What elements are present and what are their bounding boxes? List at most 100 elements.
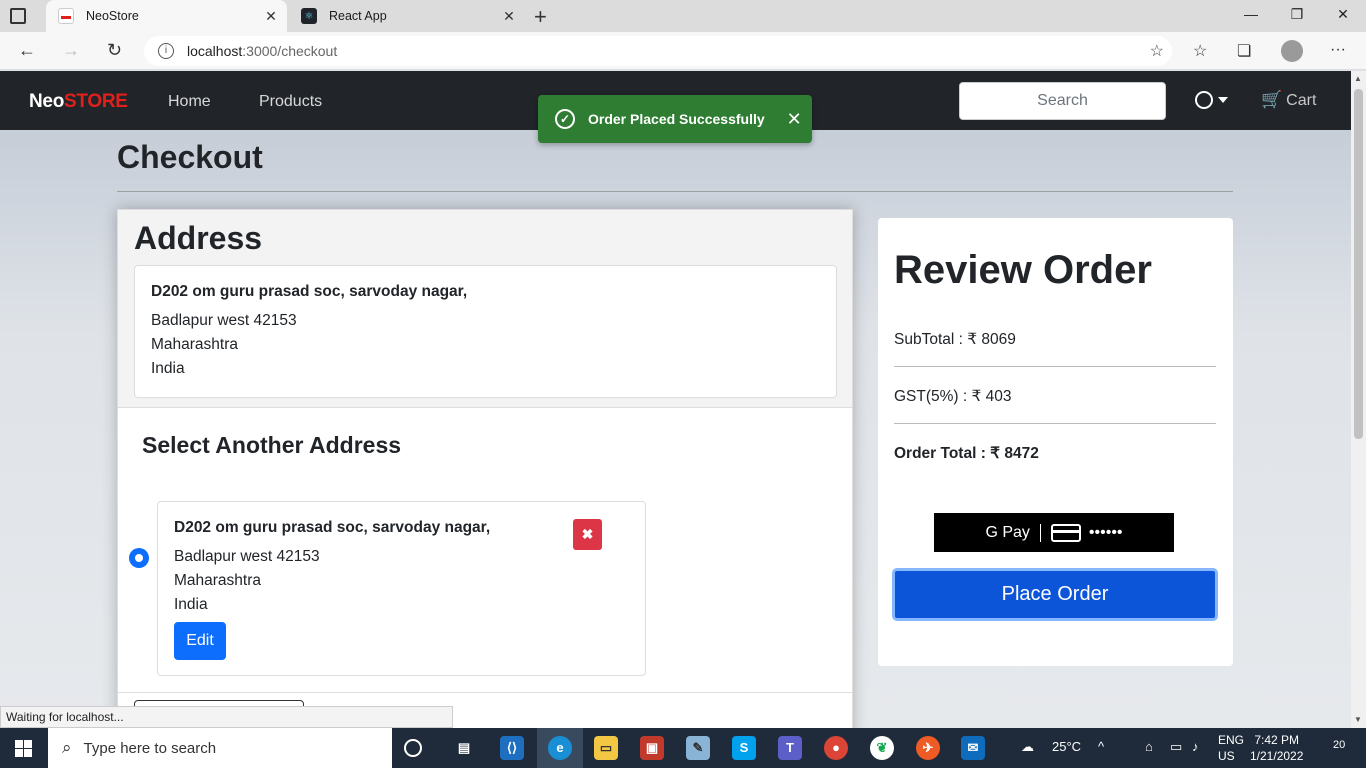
minimize-icon[interactable]: — xyxy=(1228,6,1274,22)
skype-icon[interactable]: S xyxy=(732,736,756,760)
edit-address-button[interactable]: Edit xyxy=(174,622,226,660)
subtotal: SubTotal : ₹ 8069 xyxy=(894,331,1016,348)
cart-icon: 🛒 xyxy=(1261,90,1283,109)
outlook-icon[interactable]: ✉ xyxy=(961,736,985,760)
cart-link[interactable]: 🛒 Cart xyxy=(1261,90,1316,110)
volume-icon[interactable]: ♪ xyxy=(1192,739,1199,754)
tab-neostore[interactable]: ▬ NeoStore ✕ xyxy=(46,0,287,32)
language-indicator[interactable]: ENG US xyxy=(1218,732,1244,764)
site-info-icon[interactable]: i xyxy=(158,43,174,59)
order-total: Order Total : ₹ 8472 xyxy=(894,445,1039,462)
notepad-icon[interactable]: ✎ xyxy=(686,736,710,760)
divider xyxy=(117,191,1233,192)
nav-products[interactable]: Products xyxy=(259,93,322,111)
check-circle-icon: ✓ xyxy=(555,109,575,129)
gst: GST(5%) : ₹ 403 xyxy=(894,388,1012,405)
more-icon[interactable]: ··· xyxy=(1330,41,1346,59)
scroll-down-icon[interactable]: ▼ xyxy=(1354,715,1362,724)
close-tab-icon[interactable]: ✕ xyxy=(261,8,281,25)
gpay-card-mask: •••••• xyxy=(1088,523,1123,541)
windows-taskbar: ⌕ Type here to search ▤ ⟨⟩ e ▭ ▣ ✎ S T ●… xyxy=(0,728,1366,768)
review-heading: Review Order xyxy=(894,248,1152,292)
user-icon[interactable] xyxy=(1195,91,1213,109)
divider xyxy=(894,366,1216,367)
tray-chevron-icon[interactable]: ^ xyxy=(1098,739,1104,754)
address-state: Maharashtra xyxy=(151,336,239,353)
url-path: :3000/checkout xyxy=(242,43,338,59)
place-order-button[interactable]: Place Order xyxy=(892,568,1218,621)
profile-avatar[interactable] xyxy=(1281,40,1303,62)
weather-temp[interactable]: 25°C xyxy=(1052,739,1081,754)
address-line1: D202 om guru prasad soc, sarvoday nagar, xyxy=(151,283,468,300)
notification-count[interactable]: 20 xyxy=(1333,739,1345,751)
weather-icon[interactable]: ☁ xyxy=(1021,739,1034,755)
scroll-up-icon[interactable]: ▲ xyxy=(1354,74,1362,83)
current-address-box: D202 om guru prasad soc, sarvoday nagar,… xyxy=(134,265,837,398)
credit-card-icon xyxy=(1050,523,1081,542)
file-explorer-icon[interactable]: ▭ xyxy=(594,736,618,760)
toast-message: Order Placed Successfully xyxy=(588,111,765,127)
tab-react-app[interactable]: ⚛ React App ✕ xyxy=(289,0,525,32)
page-viewport: NeoSTORE Home Products Search 🛒 Cart ✓ Or… xyxy=(0,71,1351,728)
windows-start-icon[interactable] xyxy=(15,740,32,757)
postman-icon[interactable]: ✈ xyxy=(916,736,940,760)
address-bar[interactable]: i localhost:3000/checkout ☆ xyxy=(144,36,1172,66)
address-radio[interactable] xyxy=(129,548,149,568)
taskbar-search[interactable]: ⌕ Type here to search xyxy=(48,728,392,768)
address-line2: Badlapur west 42153 xyxy=(174,548,320,565)
page-scrollbar[interactable]: ▲ ▼ xyxy=(1351,71,1366,728)
mongodb-icon[interactable]: ❦ xyxy=(870,736,894,760)
google-pay-button[interactable]: G Pay •••••• xyxy=(934,513,1174,552)
saved-address-item: D202 om guru prasad soc, sarvoday nagar,… xyxy=(157,501,646,676)
address-line2: Badlapur west 42153 xyxy=(151,312,297,329)
add-favorite-icon[interactable]: ☆ xyxy=(1150,41,1164,61)
forward-icon[interactable]: → xyxy=(62,40,80,61)
cortana-icon[interactable] xyxy=(404,739,422,757)
taskbar-search-placeholder: Type here to search xyxy=(83,739,217,757)
chrome-icon[interactable]: ● xyxy=(824,736,848,760)
browser-status-bar: Waiting for localhost... xyxy=(0,706,453,728)
taskbar-clock[interactable]: 7:42 PM 1/21/2022 xyxy=(1250,732,1303,764)
divider xyxy=(1039,523,1041,542)
task-view-icon[interactable]: ▤ xyxy=(452,736,476,760)
scrollbar-thumb[interactable] xyxy=(1354,89,1363,439)
teams-icon[interactable]: T xyxy=(778,736,802,760)
address-card: Address D202 om guru prasad soc, sarvoda… xyxy=(117,209,853,728)
network-icon[interactable]: ⌂ xyxy=(1145,739,1153,754)
address-country: India xyxy=(174,596,208,613)
back-icon[interactable]: ← xyxy=(18,40,36,61)
neostore-favicon: ▬ xyxy=(58,8,74,24)
new-tab-icon[interactable]: + xyxy=(534,4,547,30)
collections-icon[interactable]: ❏ xyxy=(1237,41,1251,61)
address-line1: D202 om guru prasad soc, sarvoday nagar, xyxy=(174,519,491,536)
divider xyxy=(894,423,1216,424)
browser-toolbar: ← → ↻ i localhost:3000/checkout ☆ ☆ ❏ ··… xyxy=(0,32,1366,70)
toast-close-icon[interactable]: ✕ xyxy=(787,109,802,130)
close-window-icon[interactable]: ✕ xyxy=(1320,6,1366,23)
select-address-section: Select Another Address D202 om guru pras… xyxy=(118,407,852,728)
select-address-heading: Select Another Address xyxy=(142,432,402,458)
chevron-down-icon[interactable] xyxy=(1218,97,1228,103)
nav-home[interactable]: Home xyxy=(168,93,211,111)
success-toast: ✓ Order Placed Successfully ✕ xyxy=(538,95,812,143)
gpay-label: G Pay xyxy=(985,523,1030,541)
restore-icon[interactable]: ❐ xyxy=(1274,6,1320,23)
page-title: Checkout xyxy=(117,139,263,175)
brand-logo[interactable]: NeoSTORE xyxy=(29,91,128,113)
battery-icon[interactable]: ▭ xyxy=(1170,739,1182,755)
divider xyxy=(118,692,852,693)
edge-icon[interactable]: e xyxy=(548,736,572,760)
review-order-card: Review Order SubTotal : ₹ 8069 GST(5%) :… xyxy=(878,218,1233,666)
close-tab-icon[interactable]: ✕ xyxy=(499,8,519,25)
tab-actions-icon[interactable] xyxy=(10,8,26,24)
app-icon[interactable]: ▣ xyxy=(640,736,664,760)
favorites-icon[interactable]: ☆ xyxy=(1193,41,1207,61)
delete-address-button[interactable]: ✖ xyxy=(573,519,602,550)
reload-icon[interactable]: ↻ xyxy=(107,40,122,61)
search-input[interactable]: Search xyxy=(959,82,1166,120)
address-state: Maharashtra xyxy=(174,572,262,589)
tab-title: NeoStore xyxy=(86,9,139,23)
vscode-icon[interactable]: ⟨⟩ xyxy=(500,736,524,760)
browser-tab-strip: ▬ NeoStore ✕ ⚛ React App ✕ + — ❐ ✕ xyxy=(0,0,1366,32)
tab-title: React App xyxy=(329,9,387,23)
